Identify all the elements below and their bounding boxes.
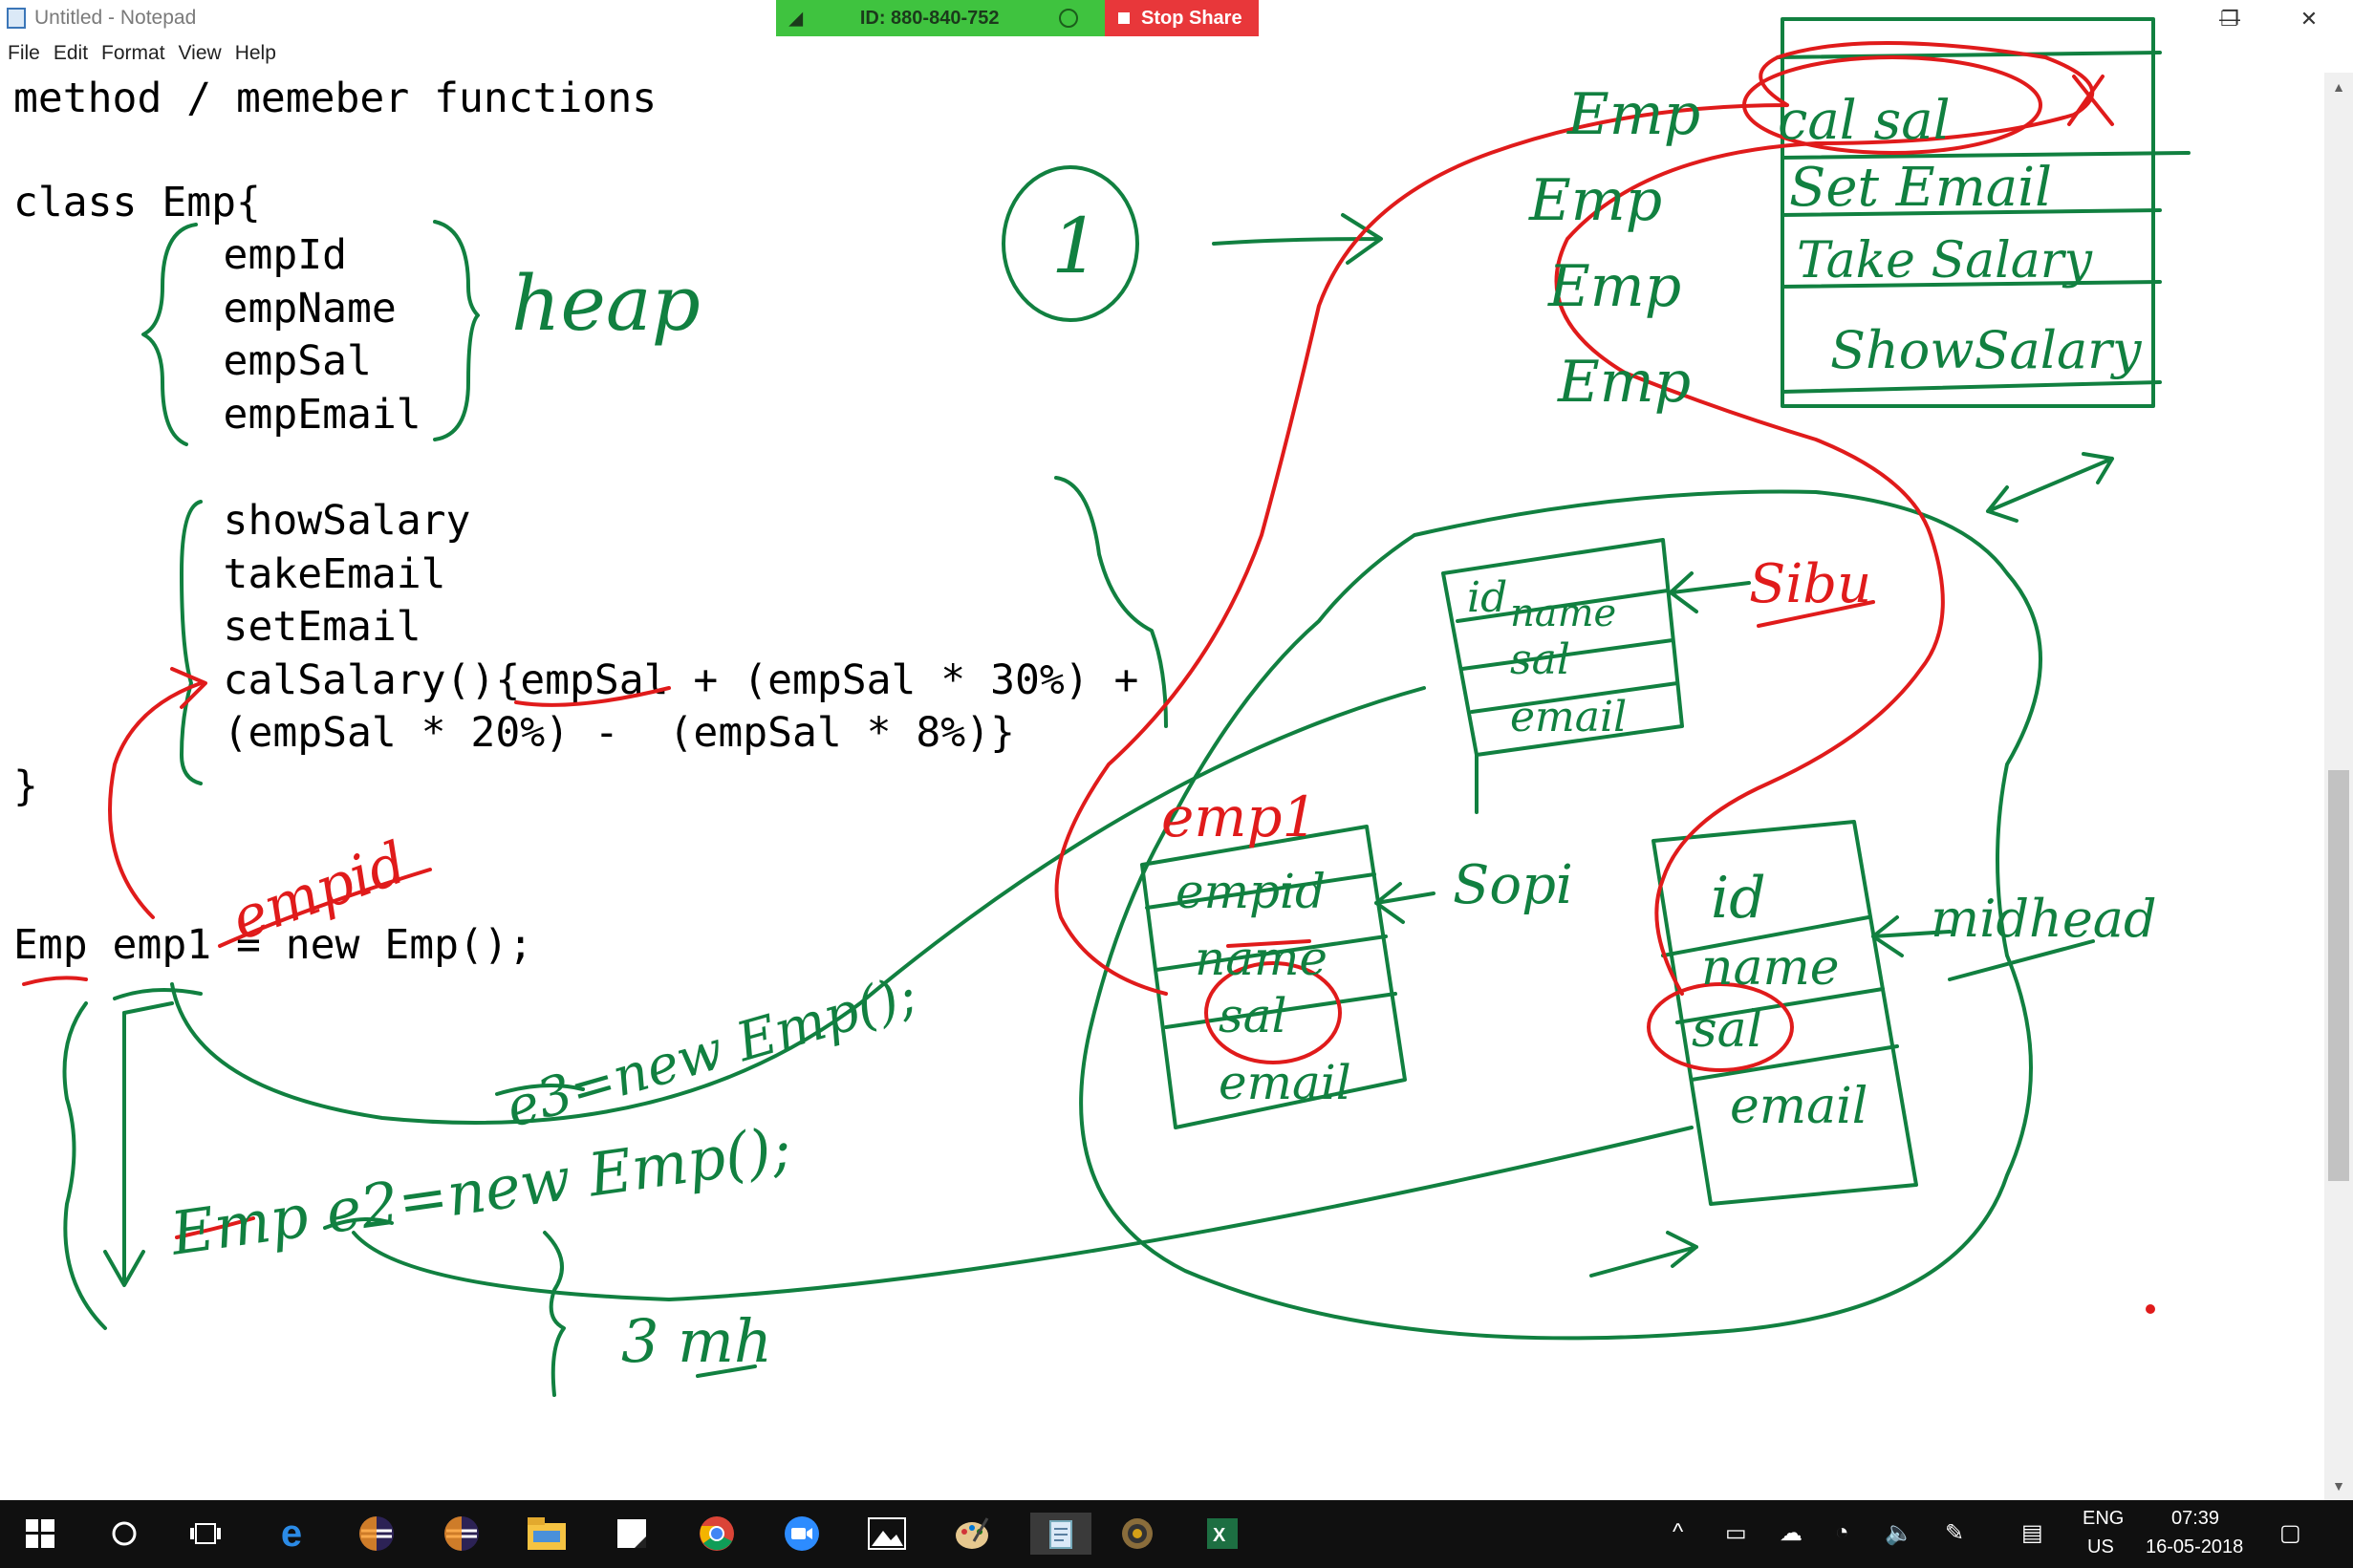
region-indicator[interactable]: US <box>2087 1536 2114 1558</box>
clock-date[interactable]: 16-05-2018 <box>2146 1536 2243 1558</box>
edge-icon[interactable]: e <box>270 1513 313 1555</box>
chrome-icon[interactable] <box>696 1513 738 1555</box>
svg-text:X: X <box>1213 1525 1226 1546</box>
object-1-field: id <box>1467 573 1507 622</box>
onedrive-cloud-icon[interactable]: ☁ <box>1780 1519 1803 1547</box>
eclipse-icon[interactable] <box>356 1513 398 1555</box>
object-3-owner: midhead <box>1931 889 2157 949</box>
show-hidden-icons-chevron-icon[interactable]: ^ <box>1673 1519 1683 1546</box>
emp-label: Emp <box>1547 253 1681 320</box>
brace-heap <box>433 220 480 441</box>
double-arrow <box>1986 452 2114 523</box>
arrow-object-2 <box>1374 882 1436 924</box>
object-3-field: id <box>1711 865 1766 932</box>
task-view-icon[interactable] <box>184 1513 227 1555</box>
language-indicator[interactable]: ENG <box>2083 1508 2124 1530</box>
object-2-owner: Sopi <box>1453 854 1573 916</box>
method-entry: Set Email <box>1789 157 2052 219</box>
emp-label: Emp <box>1566 81 1700 148</box>
object-3-field: name <box>1701 939 1840 997</box>
arrow-bottom <box>1589 1231 1698 1278</box>
object-2-field: email <box>1219 1055 1351 1110</box>
red-arrow-up <box>108 667 207 919</box>
object-1-owner: Sibu <box>1749 553 1871 615</box>
arrow-object-1 <box>1669 571 1751 613</box>
photos-icon[interactable] <box>866 1513 908 1555</box>
object-1-field: email <box>1510 693 1627 741</box>
wifi-icon[interactable]: ◔ <box>1835 1519 1849 1546</box>
empid-label: empid <box>223 829 415 954</box>
brace-3min <box>543 1231 566 1397</box>
brace-left-bottom <box>62 1001 145 1330</box>
circled-number: 1 <box>1051 202 1100 290</box>
battery-icon[interactable]: ▭ <box>1725 1519 1747 1547</box>
taskbar: e X ^ ▭ ☁ ◔ 🔈 ✎ ▤ ENG US 07:39 16-05-201… <box>0 1500 2353 1568</box>
notepad-taskbar-icon[interactable] <box>1030 1513 1091 1555</box>
volume-icon[interactable]: 🔈 <box>1885 1519 1913 1547</box>
object-1-field: sal <box>1510 635 1570 684</box>
object-2-field: name <box>1195 931 1328 986</box>
touch-keyboard-icon[interactable]: ▤ <box>2021 1519 2043 1547</box>
sticky-notes-icon[interactable] <box>611 1513 653 1555</box>
method-entry: ShowSalary <box>1830 320 2143 380</box>
brace-right <box>1054 476 1168 728</box>
eclipse-icon[interactable] <box>441 1513 483 1555</box>
excel-icon[interactable]: X <box>1201 1513 1243 1555</box>
settings-gear-icon[interactable] <box>1116 1513 1158 1555</box>
brace-methods <box>180 500 203 785</box>
method-entry: cal sal <box>1778 90 1951 152</box>
method-entry: Take Salary <box>1797 232 2093 290</box>
object-1-field: name <box>1510 591 1616 635</box>
windows-start-icon[interactable] <box>19 1513 61 1555</box>
object-2-field: empid <box>1176 864 1326 919</box>
duration-label: 3 mh <box>621 1306 772 1376</box>
file-explorer-icon[interactable] <box>526 1513 568 1555</box>
brace-fields <box>141 223 198 446</box>
statement-e3: e3=new Emp(); <box>500 964 924 1141</box>
ink-annotation-layer: heap 1 cal sal Set Email Take Salary Sho… <box>22 17 2191 1397</box>
statement-e2: Emp e2=new Emp(); <box>165 1112 795 1268</box>
emp-label: Emp <box>1528 167 1662 234</box>
pen-workspace-icon[interactable]: ✎ <box>1945 1519 1964 1547</box>
clock-time[interactable]: 07:39 <box>2171 1508 2219 1530</box>
object-2-field: sal <box>1219 988 1286 1043</box>
object-3-field: email <box>1730 1078 1867 1135</box>
paint-icon[interactable] <box>951 1513 993 1555</box>
cortana-icon[interactable] <box>103 1513 145 1555</box>
emp-label: Emp <box>1557 349 1691 416</box>
zoom-icon[interactable] <box>781 1513 823 1555</box>
action-center-icon[interactable]: ▢ <box>2279 1519 2301 1547</box>
object-3-field: sal <box>1692 1001 1762 1059</box>
heap-label: heap <box>511 259 701 348</box>
object-2-tag: emp1 <box>1161 784 1317 849</box>
